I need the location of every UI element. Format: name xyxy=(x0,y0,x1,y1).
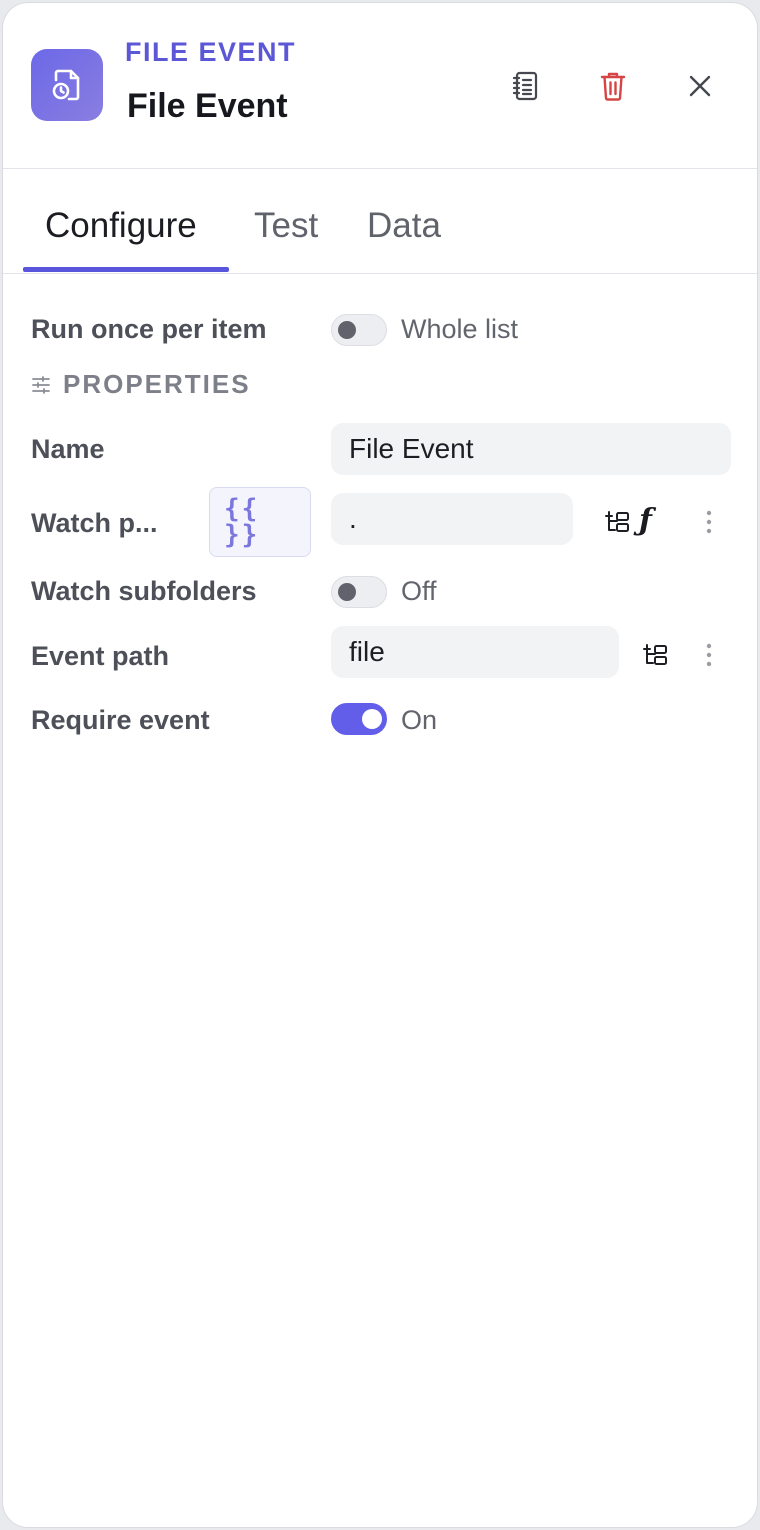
toggle-knob xyxy=(338,583,356,601)
watch-path-more-button[interactable] xyxy=(694,507,724,537)
file-clock-icon xyxy=(31,49,103,121)
notebook-icon xyxy=(512,71,538,101)
require-event-state: On xyxy=(401,705,438,735)
trash-icon xyxy=(600,72,626,101)
tab-configure[interactable]: Configure xyxy=(45,206,197,246)
run-mode-label: Run once per item xyxy=(31,314,267,344)
watch-subfolders-state: Off xyxy=(401,576,437,606)
tab-data[interactable]: Data xyxy=(367,206,441,246)
name-label: Name xyxy=(31,434,105,464)
watch-subfolders-toggle[interactable] xyxy=(331,576,387,608)
name-input[interactable]: File Event xyxy=(331,423,731,475)
node-config-panel: FILE EVENT File Event Configure Test Dat… xyxy=(2,2,758,1528)
event-path-input[interactable]: file xyxy=(331,626,619,678)
watch-path-label: Watch p... xyxy=(31,508,158,538)
run-mode-state: Whole list xyxy=(401,314,519,344)
panel-tabs: Configure Test Data xyxy=(3,170,757,274)
event-path-more-button[interactable] xyxy=(694,640,724,670)
properties-section-header: PROPERTIES xyxy=(31,369,251,400)
panel-header: FILE EVENT File Event xyxy=(3,3,757,169)
tab-test[interactable]: Test xyxy=(254,206,318,246)
toggle-knob xyxy=(338,321,356,339)
variable-picker-button[interactable] xyxy=(641,640,671,670)
delete-button[interactable] xyxy=(590,63,636,109)
sliders-icon xyxy=(32,375,50,394)
tree-icon xyxy=(643,644,667,665)
watch-path-input[interactable]: . xyxy=(331,493,573,545)
require-event-toggle[interactable] xyxy=(331,703,387,735)
active-tab-indicator xyxy=(23,267,229,272)
run-mode-toggle[interactable] xyxy=(331,314,387,346)
require-event-label: Require event xyxy=(31,705,210,735)
tree-icon xyxy=(605,511,629,532)
watch-subfolders-label: Watch subfolders xyxy=(31,576,257,606)
function-icon[interactable]: ƒ xyxy=(639,503,652,538)
node-type-label: FILE EVENT xyxy=(125,37,297,67)
close-button[interactable] xyxy=(677,63,723,109)
toggle-knob xyxy=(362,709,382,729)
more-vertical-icon xyxy=(706,643,712,667)
expression-mode-button[interactable]: {{}} xyxy=(209,487,311,557)
node-title[interactable]: File Event xyxy=(127,87,288,126)
more-vertical-icon xyxy=(706,510,712,534)
event-path-label: Event path xyxy=(31,641,170,671)
properties-section-title: PROPERTIES xyxy=(63,369,251,399)
docs-button[interactable] xyxy=(503,63,549,109)
variable-picker-button[interactable] xyxy=(603,507,633,537)
close-icon xyxy=(689,75,711,97)
